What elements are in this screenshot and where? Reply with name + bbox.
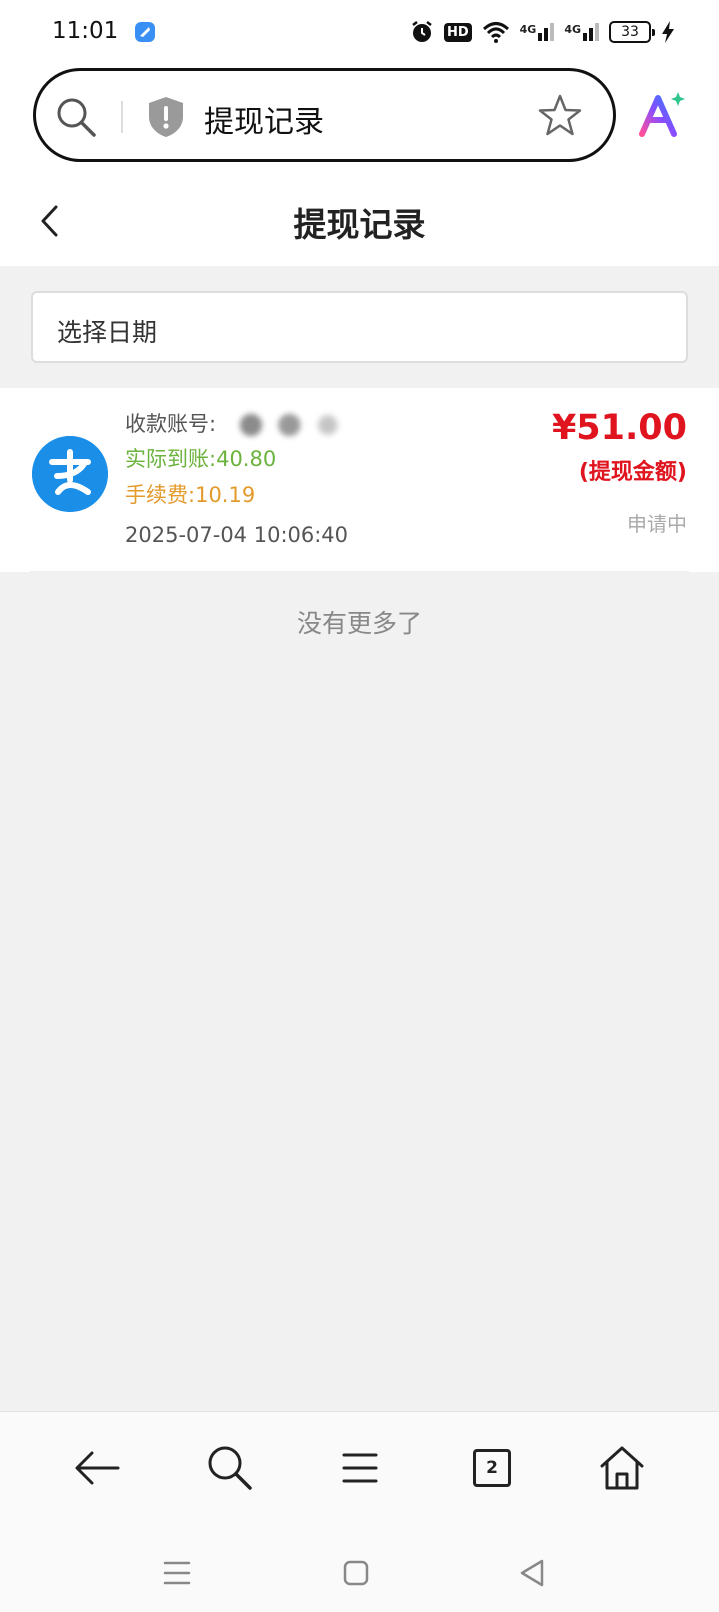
recent-apps-icon[interactable] bbox=[157, 1553, 197, 1593]
account-label: 收款账号: bbox=[125, 412, 217, 436]
actual-label: 实际到账: bbox=[125, 447, 217, 471]
alipay-icon bbox=[32, 436, 108, 512]
star-icon[interactable] bbox=[537, 93, 583, 139]
wifi-icon bbox=[482, 22, 509, 43]
masked-account-number bbox=[226, 410, 347, 440]
address-bar[interactable]: 提现记录 bbox=[33, 68, 616, 162]
signal-indicator-1: 4G bbox=[520, 23, 555, 41]
actual-value: 40.80 bbox=[216, 447, 277, 471]
signal-indicator-2: 4G bbox=[564, 23, 599, 41]
charging-icon bbox=[662, 21, 674, 43]
withdrawal-record-card[interactable]: 收款账号: 实际到账:40.80 手续费:10.19 2025-07-04 10… bbox=[0, 388, 719, 572]
no-more-text: 没有更多了 bbox=[296, 609, 422, 638]
address-divider bbox=[121, 101, 123, 133]
home-icon[interactable] bbox=[596, 1442, 648, 1494]
fee-value: 10.19 bbox=[195, 483, 256, 507]
fee-label: 手续费: bbox=[125, 483, 196, 507]
date-filter-input[interactable]: 选择日期 bbox=[31, 291, 688, 363]
hd-badge: HD bbox=[443, 22, 472, 42]
actual-amount-line: 实际到账:40.80 bbox=[125, 443, 276, 473]
app-notification-icon bbox=[135, 22, 155, 42]
battery-indicator: 33 bbox=[609, 21, 655, 43]
date-filter-placeholder: 选择日期 bbox=[57, 318, 158, 347]
browser-toolbar: 提现记录 bbox=[0, 64, 719, 176]
withdraw-amount-label: (提现金额) bbox=[578, 460, 687, 485]
ai-assistant-icon[interactable] bbox=[636, 90, 686, 140]
fee-line: 手续费:10.19 bbox=[125, 479, 255, 509]
alarm-icon bbox=[412, 21, 432, 42]
search-icon[interactable] bbox=[204, 1442, 256, 1494]
record-timestamp: 2025-07-04 10:06:40 bbox=[125, 523, 349, 547]
withdraw-amount: ¥51.00 bbox=[551, 408, 687, 448]
home-square-icon[interactable] bbox=[336, 1553, 376, 1593]
address-text[interactable]: 提现记录 bbox=[204, 97, 324, 141]
network-type-label: 4G bbox=[564, 23, 581, 36]
search-icon[interactable] bbox=[54, 95, 98, 139]
status-badge: 申请中 bbox=[627, 512, 687, 536]
back-triangle-icon[interactable] bbox=[512, 1553, 552, 1593]
page-header: 提现记录 bbox=[0, 176, 719, 266]
status-indicators: HD 4G 4G 33 bbox=[410, 18, 675, 46]
tab-count: 2 bbox=[473, 1449, 511, 1487]
tabs-button[interactable]: 2 bbox=[464, 1442, 516, 1494]
menu-icon[interactable] bbox=[334, 1442, 386, 1494]
browser-bottom-nav: 2 bbox=[0, 1411, 719, 1533]
status-bar: 11:01 HD 4G 4G 33 bbox=[0, 0, 719, 64]
status-time: 11:01 bbox=[52, 18, 119, 44]
page-title: 提现记录 bbox=[293, 205, 426, 244]
network-type-label: 4G bbox=[519, 23, 537, 36]
system-nav-bar bbox=[0, 1533, 719, 1612]
card-divider bbox=[30, 571, 689, 572]
shield-icon[interactable] bbox=[146, 95, 186, 139]
account-line: 收款账号: bbox=[125, 408, 347, 440]
back-arrow-icon[interactable] bbox=[72, 1442, 124, 1494]
